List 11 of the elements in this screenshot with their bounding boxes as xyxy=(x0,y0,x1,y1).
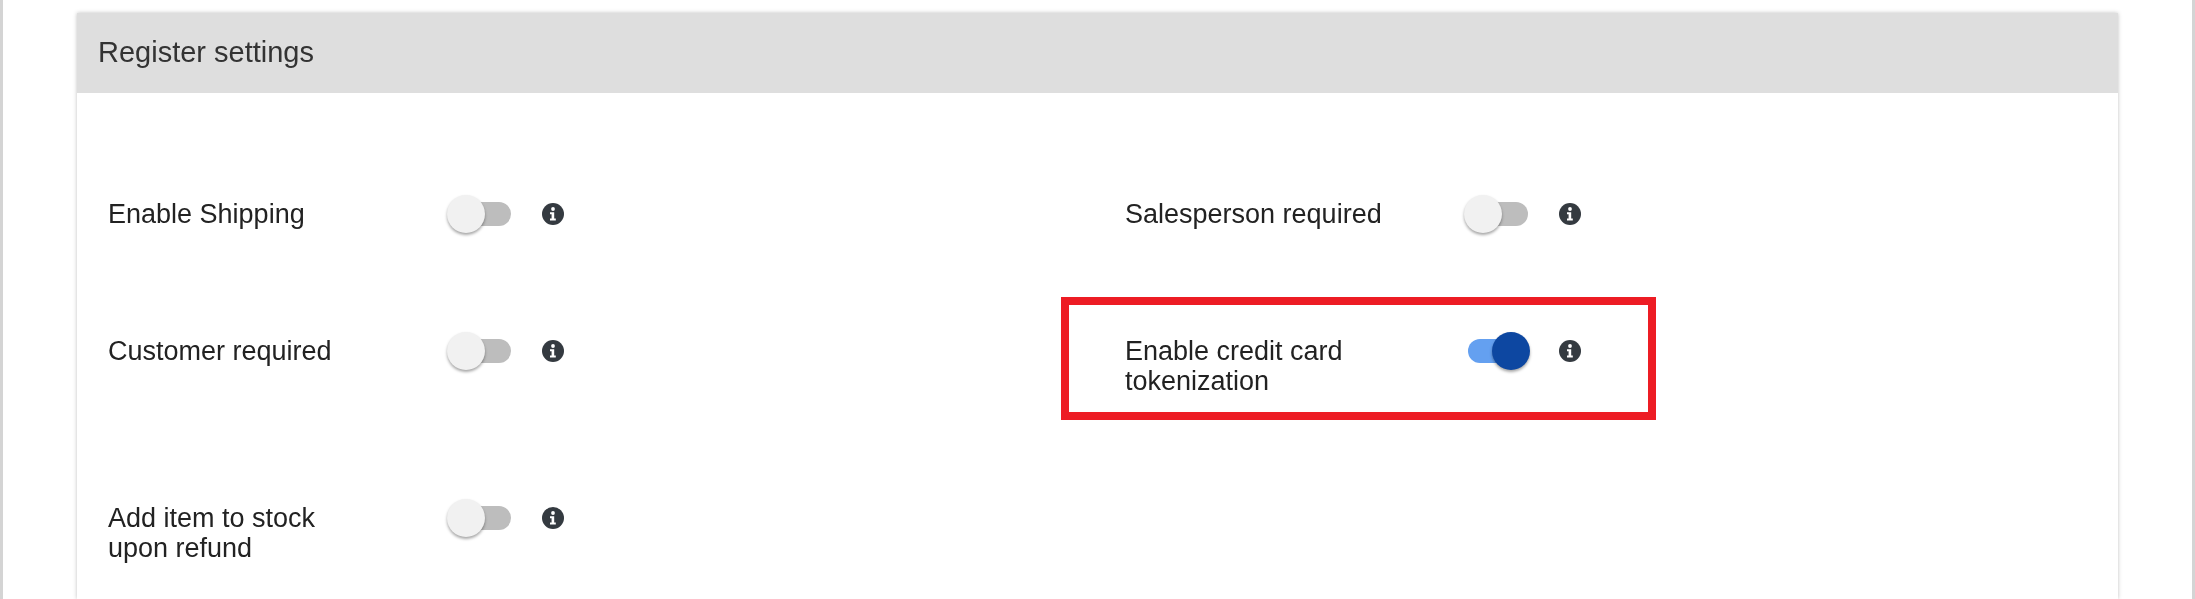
setting-label: Enable credit card tokenization xyxy=(1125,336,1344,396)
setting-label: Add item to stock upon refund xyxy=(108,503,317,563)
setting-label: Salesperson required xyxy=(1125,199,1382,229)
info-icon[interactable] xyxy=(542,507,564,529)
setting-label: Customer required xyxy=(108,336,332,366)
info-icon[interactable] xyxy=(542,203,564,225)
card-title: Register settings xyxy=(98,35,314,71)
info-icon[interactable] xyxy=(542,340,564,362)
info-icon[interactable] xyxy=(1559,340,1581,362)
setting-label: Enable Shipping xyxy=(108,199,305,229)
info-icon[interactable] xyxy=(1559,203,1581,225)
